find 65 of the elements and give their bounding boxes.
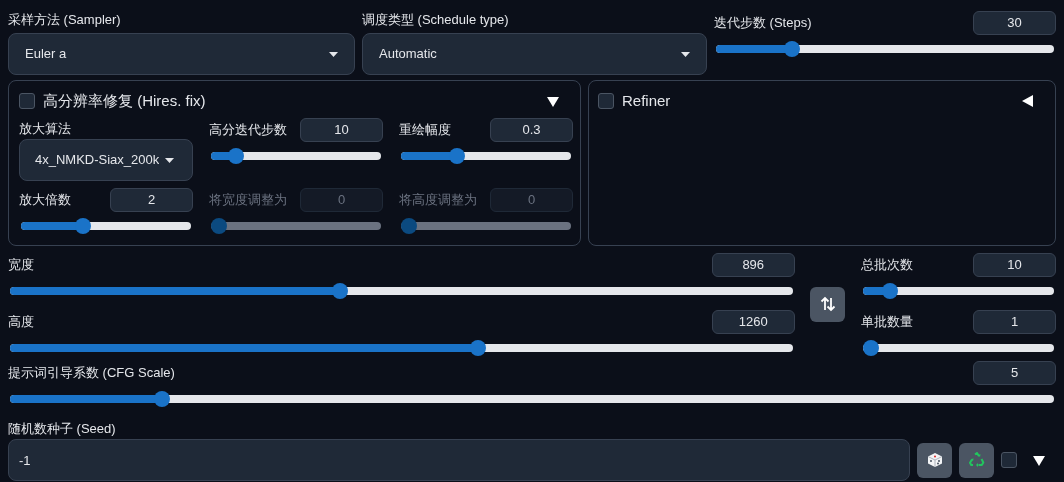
random-seed-button[interactable] [917,442,952,478]
slider-thumb[interactable] [153,391,170,407]
reuse-seed-button[interactable] [959,442,994,478]
slider-label: 单批数量 [860,313,913,332]
slider-thumb[interactable] [783,41,800,57]
slider-thumb[interactable] [448,148,465,164]
dropdown-label: 采样方法 (Sampler) [8,11,122,29]
checkbox[interactable] [1001,452,1017,468]
slider-label: 迭代步数 (Steps) [714,14,812,33]
number-field[interactable]: 1260 [711,310,795,334]
slider-label: 提示词引导系数 (CFG Scale) [8,364,175,383]
slider-thumb[interactable] [227,148,244,164]
seed-field[interactable]: -1 [8,439,910,481]
recycle-icon [968,452,985,468]
number-field[interactable]: 10 [973,253,1056,277]
slider-track[interactable] [716,41,1054,57]
slider-track[interactable] [10,391,1054,407]
number-field[interactable]: 5 [973,361,1056,385]
dropdown-label: 调度类型 (Schedule type) [362,11,510,29]
slider-track[interactable] [10,340,793,356]
schedule-dropdown[interactable]: Automatic [362,33,707,75]
caret-icon [329,51,338,57]
slider-track[interactable] [211,218,381,234]
slider-label: 将高度调整为 [399,191,477,210]
collapse-triangle-icon[interactable] [547,94,560,108]
slider-label: 将宽度调整为 [209,191,287,210]
slider-label: 宽度 [8,256,34,275]
slider-label: 高度 [8,313,34,332]
slider-thumb[interactable] [332,283,349,299]
slider-label: 高分迭代步数 [209,121,287,140]
slider-thumb[interactable] [470,340,487,356]
number-field[interactable]: 30 [973,11,1056,35]
slider-track[interactable] [862,340,1054,356]
slider-thumb[interactable] [74,218,91,234]
swap-arrows-icon [819,296,836,312]
slider-thumb[interactable] [881,283,898,299]
collapse-triangle-icon[interactable] [1033,453,1046,467]
slider-track[interactable] [401,148,571,164]
number-field[interactable]: 2 [110,188,193,212]
slider-track[interactable] [401,218,571,234]
slider-label: 重绘幅度 [399,121,451,140]
field-label: 随机数种子 (Seed) [8,420,117,438]
swap-button[interactable] [810,286,846,322]
checkbox[interactable] [19,93,35,109]
slider-track[interactable] [862,283,1054,299]
number-field[interactable]: 10 [300,118,383,142]
sampler-dropdown[interactable]: Euler a [8,33,355,75]
panel-title: Refiner [622,90,672,111]
caret-icon [681,51,690,57]
upscaler-dropdown[interactable]: 4x_NMKD-Siax_200k [19,139,193,181]
slider-thumb[interactable] [862,340,879,356]
slider-label: 放大倍数 [19,191,71,210]
slider-label: 总批次数 [860,256,913,275]
panel-title: 高分辨率修复 (Hires. fix) [43,90,207,111]
dropdown-label: 放大算法 [19,120,72,138]
slider-track[interactable] [21,218,191,234]
slider-track[interactable] [10,283,793,299]
number-field[interactable]: 896 [711,253,795,277]
slider-track[interactable] [211,148,381,164]
caret-icon [165,157,175,163]
dice-icon [926,452,943,468]
number-field[interactable]: 1 [973,310,1056,334]
expand-triangle-icon[interactable] [1021,94,1034,108]
checkbox[interactable] [598,93,614,109]
number-field[interactable]: 0.3 [490,118,573,142]
